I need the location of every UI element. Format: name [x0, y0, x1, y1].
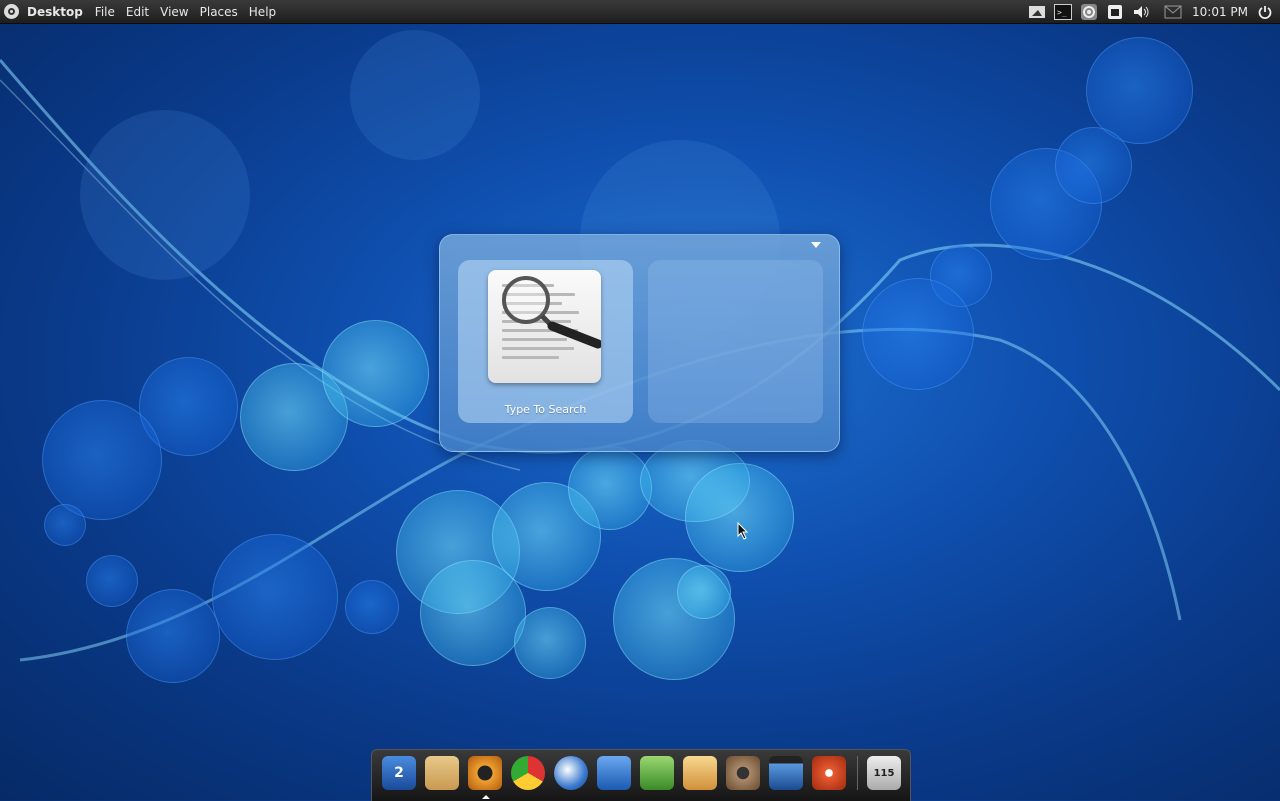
- menu-view[interactable]: View: [160, 5, 188, 19]
- phone-dialer-icon[interactable]: 115: [867, 756, 901, 790]
- workspace-number: 2: [394, 765, 404, 781]
- launcher-tile-label: Type To Search: [504, 403, 587, 416]
- calc-spreadsheet-icon[interactable]: [640, 756, 674, 790]
- menu-edit[interactable]: Edit: [126, 5, 149, 19]
- launcher-panel: Type To Search: [439, 234, 840, 452]
- dialer-number: 115: [873, 767, 895, 779]
- mail-icon[interactable]: [1164, 3, 1182, 21]
- earth-browser-icon[interactable]: [554, 756, 588, 790]
- menu-help[interactable]: Help: [249, 5, 276, 19]
- menu-file[interactable]: File: [95, 5, 115, 19]
- camera-app-icon[interactable]: [468, 756, 502, 799]
- video-player-icon[interactable]: [769, 756, 803, 790]
- volume-icon[interactable]: [1132, 3, 1150, 21]
- screenshot-icon[interactable]: [1028, 3, 1046, 21]
- launcher-tile-search[interactable]: Type To Search: [458, 260, 633, 423]
- media-speaker-icon[interactable]: [726, 756, 760, 790]
- window-icon[interactable]: [1106, 3, 1124, 21]
- mouse-cursor-icon: [737, 521, 749, 544]
- clock[interactable]: 10:01 PM: [1192, 5, 1248, 19]
- chrome-browser-icon[interactable]: [511, 756, 545, 790]
- workspace-switcher-icon[interactable]: 2: [382, 756, 416, 790]
- settings-icon[interactable]: [1080, 3, 1098, 21]
- launcher-tile-empty[interactable]: [648, 260, 823, 423]
- triangle-down-icon[interactable]: [811, 242, 821, 248]
- ubuntu-logo-icon[interactable]: [4, 4, 19, 19]
- running-indicator: [482, 795, 490, 799]
- music-player-icon[interactable]: [812, 756, 846, 790]
- dock-separator: [857, 756, 858, 790]
- search-document-icon: [488, 270, 601, 383]
- dock: 2 115: [371, 749, 911, 801]
- power-icon[interactable]: [1258, 5, 1272, 19]
- file-manager-icon[interactable]: [425, 756, 459, 790]
- writer-document-icon[interactable]: [597, 756, 631, 790]
- svg-text:>_: >_: [1057, 8, 1067, 17]
- paint-app-icon[interactable]: [683, 756, 717, 790]
- top-panel: Desktop File Edit View Places Help >_ 10…: [0, 0, 1280, 24]
- menu-places[interactable]: Places: [200, 5, 238, 19]
- panel-right: >_ 10:01 PM: [1020, 0, 1272, 23]
- app-title: Desktop: [27, 4, 83, 19]
- terminal-icon[interactable]: >_: [1054, 3, 1072, 21]
- panel-left: Desktop File Edit View Places Help: [4, 0, 287, 23]
